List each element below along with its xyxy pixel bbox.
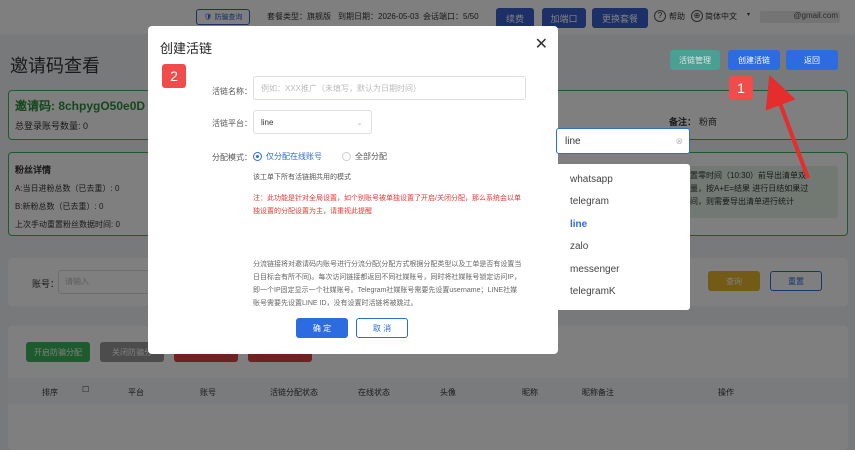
platform-search-value: line — [565, 135, 581, 147]
link-name-input[interactable]: 例如：XXX推广（未填写，默认为日期时间） — [253, 76, 526, 100]
dropdown-option-whatsapp[interactable]: whatsapp — [556, 168, 690, 191]
chevron-down-icon: ⌄ — [356, 117, 363, 127]
create-link-modal: 创建活链 ✕ 2 活链名称： 例如：XXX推广（未填写，默认为日期时间） 活链平… — [148, 26, 558, 354]
mode-label: 分配模式： — [212, 153, 252, 162]
warning-line: 独设置的分配设置为主，请重视此提醒 — [253, 208, 372, 215]
radio-unchecked-icon — [342, 152, 351, 161]
platform-search-input[interactable]: line ⊗ — [556, 128, 690, 154]
cancel-button[interactable]: 取 消 — [356, 318, 408, 338]
clear-icon[interactable]: ⊗ — [675, 136, 683, 147]
dropdown-option-zalo[interactable]: zalo — [556, 236, 690, 259]
description-line: 分流链接将对邀请码内账号进行分流分配(分配方式根据分配类型以及工单是否有设置当 — [253, 261, 522, 268]
dropdown-option-line[interactable]: line — [556, 213, 690, 236]
dropdown-option-telegramk[interactable]: telegramK — [556, 281, 690, 304]
mode-all-label: 全部分配 — [355, 152, 387, 161]
back-button[interactable]: 返回 — [786, 50, 838, 70]
platform-label: 活链平台： — [212, 119, 252, 128]
description-line: 账号需要先设置LINE ID，没有设置时活链将被跳过。 — [253, 300, 418, 307]
mode-online-label: 仅分配在线账号 — [266, 152, 322, 161]
close-icon[interactable]: ✕ — [535, 34, 548, 54]
platform-select[interactable]: line ⌄ — [253, 110, 372, 134]
modal-title: 创建活链 — [160, 41, 213, 56]
dropdown-option-telegram[interactable]: telegram — [556, 191, 690, 214]
description-line: 即一个IP固定显示一个社媒账号。Telegram社媒账号需要先设置usernam… — [253, 287, 518, 294]
manage-links-button[interactable]: 活链管理 — [670, 50, 720, 70]
platform-value: line — [261, 117, 274, 127]
name-label: 活链名称： — [212, 87, 252, 96]
step-1-badge: 1 — [729, 76, 753, 100]
mode-online-radio[interactable]: 仅分配在线账号 — [253, 151, 322, 162]
step-2-badge: 2 — [162, 64, 186, 88]
confirm-button[interactable]: 确 定 — [296, 318, 348, 338]
description-line: 日目标会有所不同)。每次访问链接都返回不同社媒账号，同时将社媒账号锁定访问IP， — [253, 274, 521, 281]
radio-checked-icon — [253, 152, 262, 161]
mode-all-radio[interactable]: 全部分配 — [342, 151, 387, 162]
warning-line: 注：此功能是针对全局设置，如个别账号被单独设置了开启/关闭分配，那么系统会以单 — [253, 195, 521, 202]
dropdown-option-messenger[interactable]: messenger — [556, 258, 690, 281]
create-link-button[interactable]: 创建活链 — [728, 50, 780, 70]
mode-note: 该工单下所有活链拥共用的模式 — [253, 174, 351, 181]
platform-dropdown: whatsapp telegram line zalo messenger te… — [556, 164, 690, 310]
